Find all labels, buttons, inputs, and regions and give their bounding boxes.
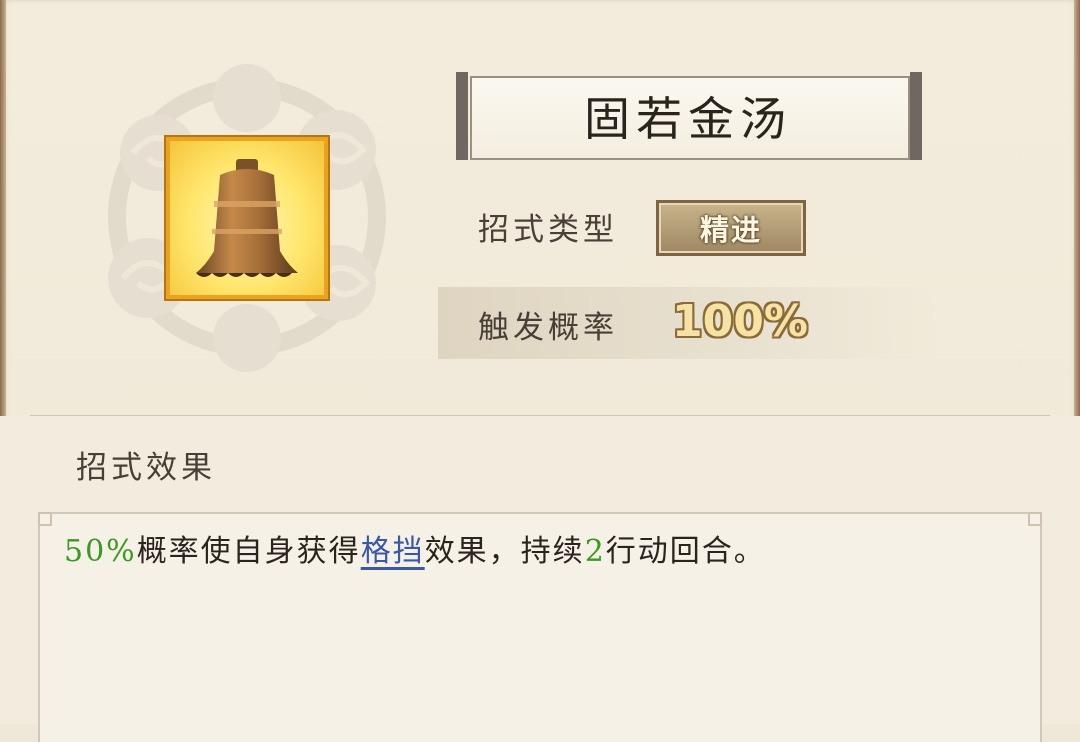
effects-heading: 招式效果 [76,450,216,486]
effect-text-2: 效果，持续 [424,534,585,569]
bracket-left [456,72,468,160]
skill-name-plate: 固若金汤 [456,72,922,160]
skill-detail-panel: 固若金汤 招式类型 精进 触发概率 100% 招式效果 50%概率使自身获得格挡… [0,0,1080,742]
skill-icon[interactable] [166,137,328,299]
effect-description: 50%概率使自身获得格挡效果，持续2行动回合。 [64,526,766,570]
effect-chance: 50% [64,534,137,569]
effect-text-3: 行动回合。 [605,534,766,569]
corner-ornament [38,512,52,526]
bell-icon [196,159,298,277]
effect-duration: 2 [584,534,606,569]
block-keyword-link[interactable]: 格挡 [361,534,425,569]
type-label: 招式类型 [478,212,618,248]
effect-text-1: 概率使自身获得 [136,534,361,569]
trigger-value: 100% [672,296,808,347]
corner-ornament [1028,512,1042,526]
bracket-right [910,72,922,160]
trigger-label: 触发概率 [478,310,618,346]
type-badge: 精进 [656,200,806,256]
skill-name: 固若金汤 [584,92,792,146]
